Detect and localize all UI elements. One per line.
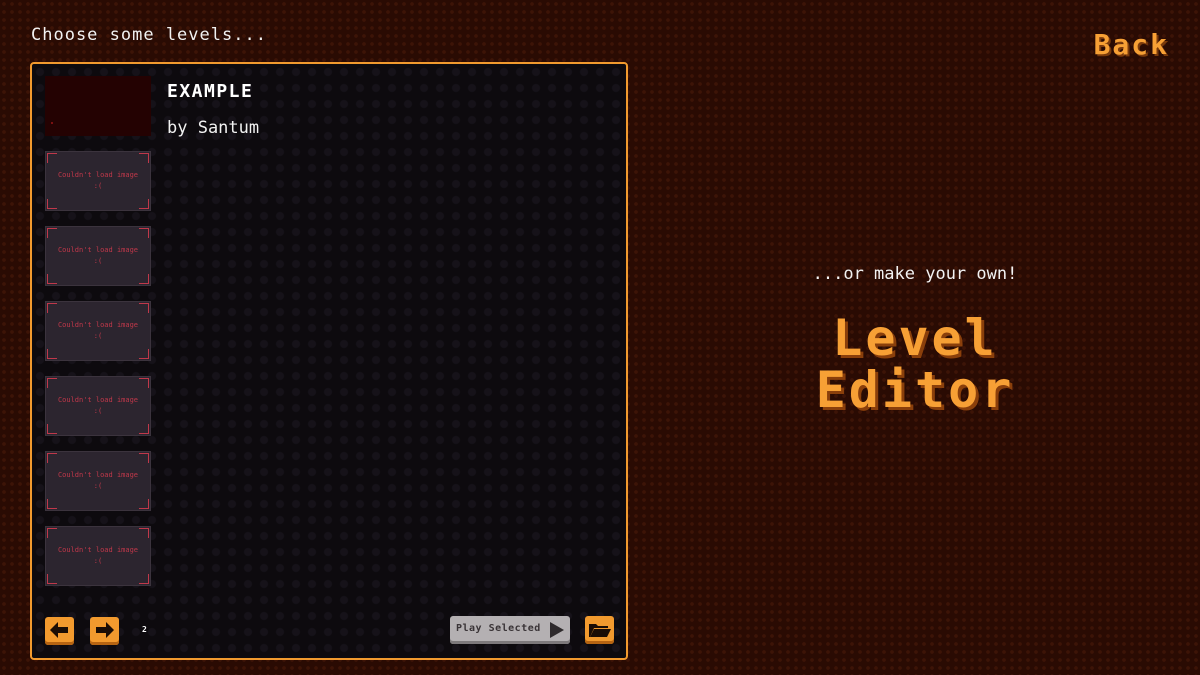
play-selected-button[interactable]: Play Selected [450,616,570,644]
level-browser-panel: EXAMPLE by Santum Couldn't load image :(… [30,62,628,660]
choose-levels-prompt: Choose some levels... [31,25,267,45]
broken-image-thumbnail: Couldn't load image :( [45,226,151,286]
broken-image-thumbnail: Couldn't load image :( [45,451,151,511]
sad-face-icon: :( [93,482,103,490]
arrow-left-icon [50,622,68,638]
level-entry[interactable]: Couldn't load image :( [45,226,625,301]
level-entry[interactable]: Couldn't load image :( [45,151,625,226]
back-button[interactable]: Back [1094,28,1169,61]
sad-face-icon: :( [93,557,103,565]
sad-face-icon: :( [93,257,103,265]
arrow-right-icon [96,622,114,638]
level-entry[interactable]: Couldn't load image :( [45,376,625,451]
level-entry[interactable]: Couldn't load image :( [45,451,625,526]
level-editor-title-line2: Editor [815,361,1015,419]
level-editor-title-line1: Level [832,309,998,367]
next-page-button[interactable] [90,617,119,645]
play-triangle-icon [550,622,564,638]
broken-image-thumbnail: Couldn't load image :( [45,301,151,361]
sad-face-icon: :( [93,332,103,340]
broken-image-text: Couldn't load image [57,396,139,404]
broken-image-thumbnail: Couldn't load image :( [45,151,151,211]
page-number: 2 [142,625,147,634]
open-folder-button[interactable] [585,616,614,644]
previous-page-button[interactable] [45,617,74,645]
level-title: EXAMPLE [167,81,254,102]
level-list: EXAMPLE by Santum Couldn't load image :(… [45,76,625,601]
sad-face-icon: :( [93,182,103,190]
broken-image-thumbnail: Couldn't load image :( [45,376,151,436]
level-thumbnail [45,76,151,136]
make-your-own-text: ...or make your own! [812,264,1018,284]
folder-open-icon [589,624,611,637]
broken-image-text: Couldn't load image [57,546,139,554]
broken-image-text: Couldn't load image [57,246,139,254]
broken-image-text: Couldn't load image [57,471,139,479]
broken-image-text: Couldn't load image [57,321,139,329]
broken-image-thumbnail: Couldn't load image :( [45,526,151,586]
level-entry[interactable]: Couldn't load image :( [45,526,625,601]
level-editor-button[interactable]: Level Editor [760,312,1070,416]
level-entry-example[interactable]: EXAMPLE by Santum [45,76,625,151]
broken-image-text: Couldn't load image [57,171,139,179]
sad-face-icon: :( [93,407,103,415]
play-selected-label: Play Selected [456,623,541,634]
level-entry[interactable]: Couldn't load image :( [45,301,625,376]
level-author: by Santum [167,118,260,138]
